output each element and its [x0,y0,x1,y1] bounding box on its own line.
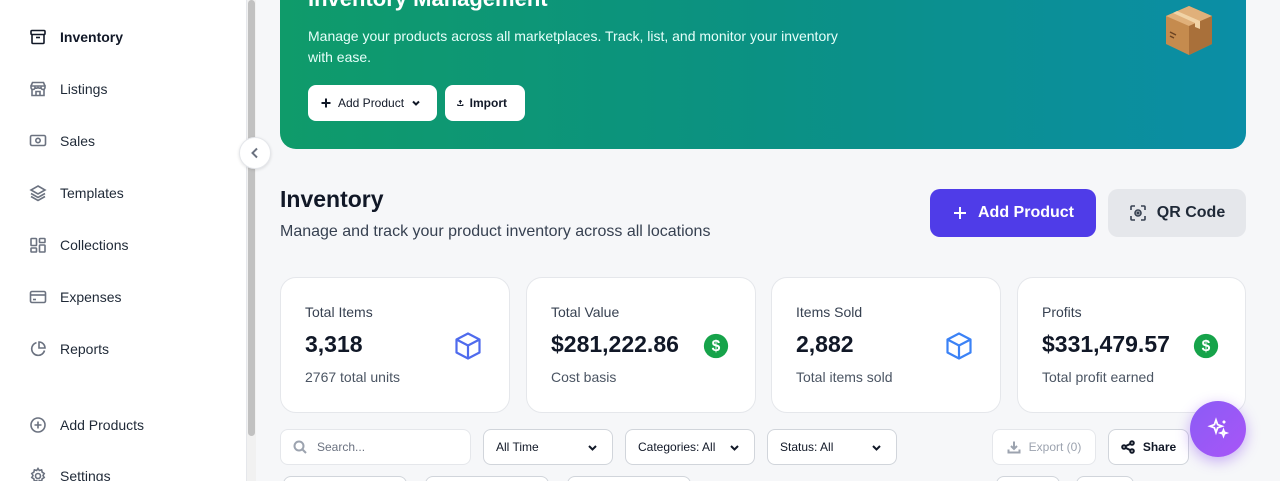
dollar-icon: $ [1193,333,1219,359]
stat-subtext: Cost basis [551,369,617,385]
stat-subtext: Total profit earned [1042,369,1155,385]
sidebar-item-expenses[interactable]: Expenses [29,285,121,309]
stat-card-total-items: Total Items 3,318 2767 total units [280,277,510,413]
scrollbar-thumb[interactable] [248,0,255,436]
sidebar-item-collections[interactable]: Collections [29,233,128,257]
chevron-left-icon [251,147,258,159]
categories-filter-select[interactable]: Categories: All [625,429,755,465]
stat-value: $281,222.86 [551,331,679,357]
banner-title: Inventory Management [308,0,548,12]
stat-card-profits: Profits $331,479.57 Total profit earned … [1017,277,1246,413]
sparkles-icon [1207,417,1230,439]
sidebar-item-label: Add Products [60,417,145,433]
qr-code-button[interactable]: QR Code [1108,189,1246,237]
stat-label: Items Sold [796,304,863,320]
gear-icon [29,467,47,481]
sidebar-item-label: Templates [60,185,124,201]
button-label: Import [469,96,507,110]
stat-value: 2,882 [796,331,854,357]
stat-value: $331,479.57 [1042,331,1170,357]
ai-assistant-button[interactable] [1190,401,1246,457]
package-box-icon [1166,6,1212,55]
time-filter-select[interactable]: All Time [483,429,613,465]
export-button[interactable]: Export (0) [992,429,1096,465]
chevron-down-icon [730,444,739,451]
partial-control[interactable] [1076,476,1134,481]
pie-chart-icon [29,340,47,358]
sidebar-item-listings[interactable]: Listings [29,77,107,101]
sidebar: Inventory Listings Sales Templates Colle… [0,0,246,481]
sidebar-item-label: Collections [60,237,129,253]
banknote-icon [29,132,47,150]
sidebar-item-inventory[interactable]: Inventory [29,25,123,49]
plus-icon [321,98,331,108]
sidebar-item-label: Reports [60,341,110,357]
plus-circle-icon [29,416,47,434]
sidebar-item-add-products[interactable]: Add Products [29,413,144,437]
stat-card-items-sold: Items Sold 2,882 Total items sold [771,277,1001,413]
banner-add-product-button[interactable]: Add Product [308,85,437,121]
sidebar-item-label: Inventory [60,29,124,45]
stat-value: 3,318 [305,331,363,357]
button-label: Export (0) [1028,440,1082,454]
stat-label: Total Items [305,304,373,320]
chevron-down-icon [872,444,881,451]
sidebar-scrollbar[interactable] [246,0,256,481]
select-value: Categories: All [638,440,716,454]
stat-subtext: Total items sold [796,369,893,385]
stat-label: Profits [1042,304,1082,320]
collections-icon [29,236,47,254]
credit-card-icon [29,288,47,306]
select-value: All Time [496,440,539,454]
svg-text:$: $ [712,338,721,355]
partial-control[interactable] [283,476,407,481]
box-icon [946,332,972,360]
store-icon [29,80,47,98]
sidebar-item-label: Sales [60,133,96,149]
archive-icon [29,28,47,46]
partial-control[interactable] [425,476,549,481]
button-label: Share [1142,440,1177,454]
sidebar-item-label: Listings [60,81,108,97]
collapse-sidebar-button[interactable] [239,137,271,169]
sidebar-item-label: Settings [60,468,111,481]
stat-card-total-value: Total Value $281,222.86 Cost basis $ [526,277,756,413]
qr-scan-icon [1129,205,1146,221]
stat-label: Total Value [551,304,620,320]
banner-description: Manage your products across all marketpl… [308,28,838,65]
add-product-button[interactable]: Add Product [930,189,1096,237]
page-title: Inventory [280,186,384,212]
page-subtitle: Manage and track your product inventory … [280,223,711,240]
partial-control[interactable] [996,476,1060,481]
status-filter-select[interactable]: Status: All [767,429,897,465]
plus-icon [954,207,966,219]
box-icon [455,332,481,360]
search-input[interactable] [317,440,457,454]
button-label: Add Product [338,96,405,110]
banner-import-button[interactable]: Import [445,85,525,121]
sidebar-item-settings[interactable]: Settings [29,464,111,481]
search-box[interactable] [280,429,471,465]
layers-icon [29,184,47,202]
download-icon [1007,441,1021,454]
hero-banner: Inventory Management Manage your product… [280,0,1246,149]
sidebar-item-sales[interactable]: Sales [29,129,95,153]
stat-subtext: 2767 total units [305,369,400,385]
select-value: Status: All [780,440,834,454]
search-icon [293,440,307,454]
button-label: QR Code [1156,204,1226,221]
sidebar-item-reports[interactable]: Reports [29,337,109,361]
upload-icon [457,99,464,107]
sidebar-item-label: Expenses [60,289,122,305]
partial-control[interactable] [567,476,691,481]
chevron-down-icon [412,100,420,106]
dollar-icon: $ [703,333,729,359]
share-icon [1121,440,1135,454]
svg-text:$: $ [1202,338,1211,355]
share-button[interactable]: Share [1108,429,1189,465]
button-label: Add Product [978,204,1074,221]
chevron-down-icon [588,444,597,451]
sidebar-item-templates[interactable]: Templates [29,181,124,205]
